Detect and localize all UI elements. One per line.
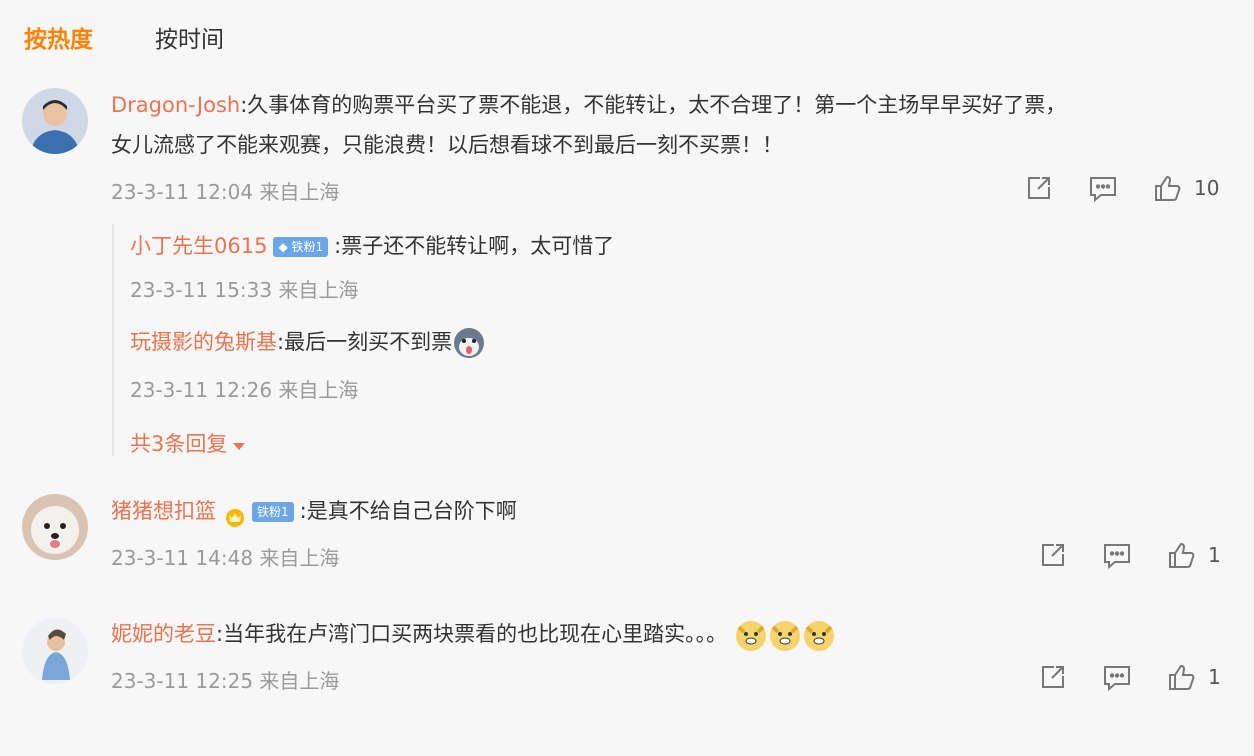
tab-hot[interactable]: 按热度 xyxy=(24,20,93,54)
comment-actions: 10 xyxy=(1024,173,1219,203)
comment-text: :是真不给自己台阶下啊 xyxy=(299,499,517,523)
caret-down-icon xyxy=(233,443,246,450)
comment-body: 妮妮的老豆:当年我在卢湾门口买两块票看的也比现在心里踏实。。。 xyxy=(111,614,836,654)
avatar[interactable] xyxy=(22,494,88,560)
reply-body: 玩摄影的兔斯基:最后一刻买不到票 xyxy=(130,322,486,362)
like-icon[interactable] xyxy=(1152,173,1182,203)
comment-icon[interactable] xyxy=(1102,540,1132,570)
husky-emoji xyxy=(452,326,486,360)
like-icon[interactable] xyxy=(1166,540,1196,570)
reply-username[interactable]: 玩摄影的兔斯基 xyxy=(130,330,277,354)
comment-icon[interactable] xyxy=(1088,173,1118,203)
sort-tabs: 按热度 按时间 xyxy=(24,20,224,54)
share-icon[interactable] xyxy=(1024,173,1054,203)
reply-meta: 23-3-11 12:26 来自上海 xyxy=(130,378,359,402)
comment-username[interactable]: 猪猪想扣篮 xyxy=(111,499,216,523)
like-count: 1 xyxy=(1208,665,1221,689)
tab-time[interactable]: 按时间 xyxy=(155,20,224,54)
like-count: 1 xyxy=(1208,543,1221,567)
doge-emoji xyxy=(802,618,836,652)
comment-actions: 1 xyxy=(1038,662,1221,692)
doge-emoji xyxy=(734,618,768,652)
share-icon[interactable] xyxy=(1038,540,1068,570)
reply-text: :最后一刻买不到票 xyxy=(277,330,453,354)
fan-badge: 铁粉1 xyxy=(252,502,294,522)
comment-meta: 23-3-11 12:25 来自上海 xyxy=(111,669,340,693)
reply-body: 小丁先生0615 ◆ 铁粉1:票子还不能转让啊，太可惜了 xyxy=(130,226,614,266)
comment-body: Dragon-Josh:久事体育的购票平台买了票不能退，不能转让，太不合理了！第… xyxy=(111,85,1221,165)
reply-list: 小丁先生0615 ◆ 铁粉1:票子还不能转让啊，太可惜了 23-3-11 15:3… xyxy=(112,224,1214,456)
like-count: 10 xyxy=(1194,176,1220,200)
crown-icon xyxy=(224,501,246,527)
comment-meta: 23-3-11 12:04 来自上海 xyxy=(111,180,340,204)
fan-badge-label: 铁粉1 xyxy=(257,505,289,519)
comment-actions: 1 xyxy=(1038,540,1221,570)
reply-username[interactable]: 小丁先生0615 xyxy=(130,234,267,258)
more-replies-link[interactable]: 共3条回复 xyxy=(130,428,246,458)
reply-meta: 23-3-11 15:33 来自上海 xyxy=(130,278,359,302)
comment-username[interactable]: Dragon-Josh xyxy=(111,93,240,117)
fan-badge: ◆ 铁粉1 xyxy=(273,237,329,257)
comment-meta: 23-3-11 14:48 来自上海 xyxy=(111,546,340,570)
comment-text-line2: 女儿流感了不能来观赛，只能浪费！以后想看球不到最后一刻不买票！！ xyxy=(111,133,783,157)
share-icon[interactable] xyxy=(1038,662,1068,692)
fan-badge-label: 铁粉1 xyxy=(291,240,324,254)
comment-icon[interactable] xyxy=(1102,662,1132,692)
reply-text: :票子还不能转让啊，太可惜了 xyxy=(334,234,615,258)
doge-emoji xyxy=(768,618,802,652)
comment-text-line1: :久事体育的购票平台买了票不能退，不能转让，太不合理了！第一个主场早早买好了票， xyxy=(240,93,1067,117)
comment-body: 猪猪想扣篮 铁粉1 :是真不给自己台阶下啊 xyxy=(111,491,517,531)
like-icon[interactable] xyxy=(1166,662,1196,692)
comment-username[interactable]: 妮妮的老豆 xyxy=(111,622,216,646)
avatar[interactable] xyxy=(22,618,88,684)
avatar[interactable] xyxy=(22,88,88,154)
comment-text: :当年我在卢湾门口买两块票看的也比现在心里踏实。。。 xyxy=(216,622,728,646)
more-replies-label: 共3条回复 xyxy=(130,432,228,456)
